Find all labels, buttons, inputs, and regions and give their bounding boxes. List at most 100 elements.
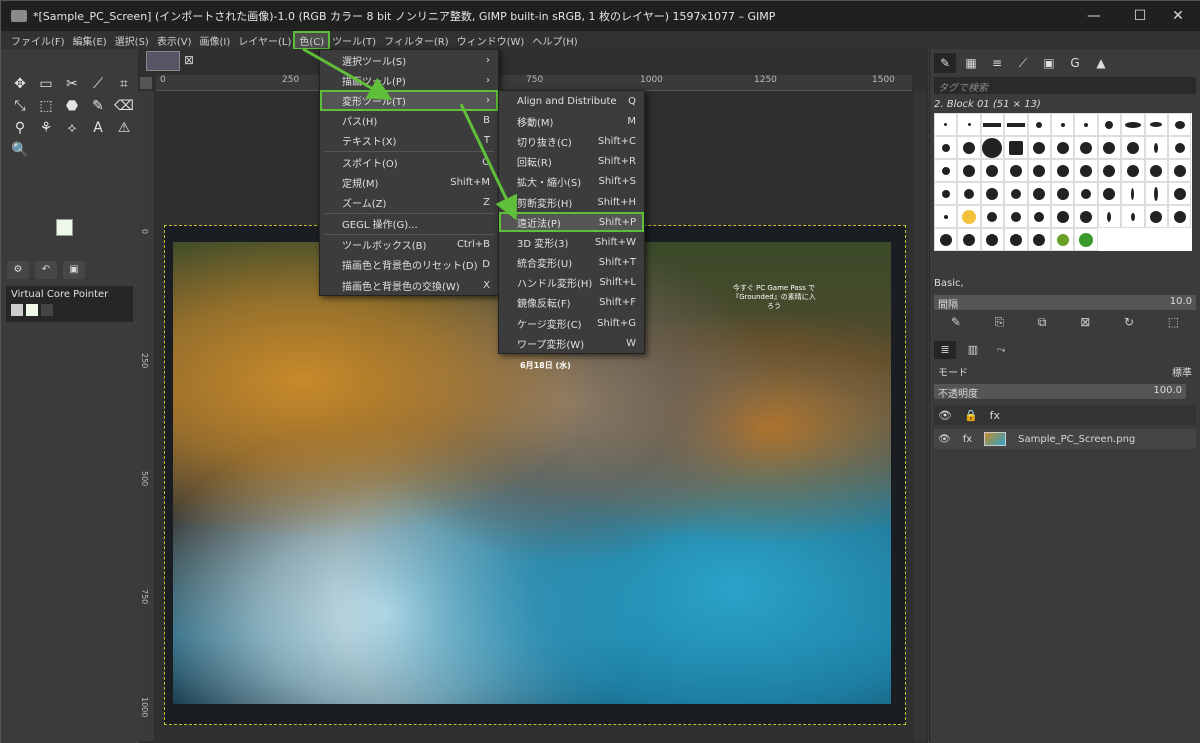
brush-cell[interactable] [980,205,1005,228]
brush-cell[interactable] [980,136,1005,159]
brush-cell[interactable] [957,182,981,205]
brush-cell[interactable] [1167,182,1192,205]
menu-item-flip[interactable]: 鏡像反転(F) Shift+F [499,293,644,313]
brush-cell[interactable] [1074,136,1098,159]
menu-item-unified-transform[interactable]: 統合変形(U) Shift+T [499,253,644,273]
brush-cell[interactable] [980,113,1005,136]
brush-cell[interactable] [1027,113,1051,136]
menu-select[interactable]: 選択(S) [111,33,153,48]
tag-search-input[interactable]: タグで検索 [934,77,1196,94]
brush-cell[interactable] [1074,205,1098,228]
refresh-brushes-icon[interactable]: ↻ [1124,315,1134,330]
menu-item-cage-transform[interactable]: ケージ変形(C) Shift+G [499,313,644,333]
scissors-tool-icon[interactable]: ✂ [59,73,85,95]
menu-item-3d-transform[interactable]: 3D 変形(3) Shift+W [499,232,644,252]
vertical-scrollbar[interactable] [914,91,926,741]
menu-item-selection-tools[interactable]: 選択ツール(S) › [320,50,498,70]
layer-name[interactable]: Sample_PC_Screen.png [1018,434,1135,445]
brush-cell[interactable] [980,159,1005,182]
open-brush-file-icon[interactable]: ⬚ [1168,315,1179,330]
brush-cell[interactable] [1167,113,1192,136]
unified-transform-tool-icon[interactable]: ⤡ [7,95,33,117]
brush-cell[interactable] [1097,159,1122,182]
menu-item-text[interactable]: テキスト(X) T [320,131,498,151]
menu-item-swap-colors[interactable]: 描画色と背景色の交換(W) X [320,275,498,295]
layers-tab-icon[interactable]: ≣ [934,341,956,359]
layer-visibility-eye-icon[interactable]: 👁 [938,434,951,445]
brush-cell[interactable] [1027,136,1051,159]
menu-item-shear[interactable]: 剪断変形(H) Shift+H [499,192,644,212]
tool-presets-tab-icon[interactable]: ⟋ [1012,53,1034,73]
menu-item-warp-transform[interactable]: ワープ変形(W) W [499,333,644,353]
menu-item-scale[interactable]: 拡大・縮小(S) Shift+S [499,172,644,192]
brush-cell[interactable] [1074,228,1098,251]
fuzzy-select-tool-icon[interactable]: ⟋ [85,73,111,95]
smudge-tool-icon[interactable]: ⚘ [33,117,59,139]
brush-cell[interactable] [1004,159,1028,182]
menu-item-paths[interactable]: パス(H) B [320,111,498,131]
move-tool-icon[interactable]: ✥ [7,73,33,95]
fonts-tab-icon[interactable]: ≡ [986,53,1008,73]
brush-cell[interactable] [1027,205,1051,228]
brush-cell[interactable] [957,228,981,251]
edit-brush-icon[interactable]: ✎ [951,315,961,330]
measure-tool-icon[interactable]: ⚠ [111,117,137,139]
brush-cell[interactable] [957,136,981,159]
brush-cell[interactable] [1004,205,1028,228]
close-button[interactable]: ✕ [1155,1,1200,31]
warp-tool-icon[interactable]: ⬚ [33,95,59,117]
brush-cell[interactable] [934,228,958,251]
brush-preset-selector[interactable]: Basic, [934,278,1196,292]
brush-cell[interactable] [1050,205,1075,228]
paths-tool-icon[interactable]: ⟡ [59,117,85,139]
menu-edit[interactable]: 編集(E) [69,33,111,48]
brush-cell[interactable] [1144,205,1168,228]
brush-cell[interactable] [934,113,958,136]
tool-options-tab-icon[interactable]: ⚙ [7,261,29,279]
brush-cell[interactable] [1144,182,1168,205]
menu-tools[interactable]: ツール(T) [328,33,380,48]
fx-icon[interactable]: fx [990,409,1000,422]
menu-item-color-picker[interactable]: スポイト(O) O [320,152,498,172]
images-tab-icon[interactable]: ▣ [63,261,85,279]
brush-cell[interactable] [1027,228,1051,251]
brush-cell[interactable] [1004,182,1028,205]
layer-row[interactable]: 👁 fx Sample_PC_Screen.png [934,429,1196,449]
brush-cell[interactable] [1004,113,1028,136]
layer-mode-row[interactable]: モード 標準 [934,364,1196,379]
zoom-tool-icon[interactable]: 🔍 [7,139,33,161]
minimize-button[interactable]: — [1071,1,1117,31]
menu-item-zoom[interactable]: ズーム(Z) Z [320,192,498,212]
paths-tab-icon[interactable]: ⤳ [990,341,1012,359]
menu-item-gegl-operation[interactable]: GEGL 操作(G)... [320,214,498,234]
brush-cell[interactable] [934,182,958,205]
brush-cell[interactable] [1144,113,1168,136]
duplicate-brush-icon[interactable]: ⧉ [1038,315,1047,330]
menu-colors[interactable]: 色(C) [293,30,331,50]
menu-item-align-distribute[interactable]: Align and Distribute Q [499,91,644,111]
brush-cell[interactable] [1121,136,1145,159]
brush-cell[interactable] [957,205,981,228]
brush-cell[interactable] [1144,159,1168,182]
brush-cell[interactable] [1027,159,1051,182]
brush-cell[interactable] [1004,136,1028,159]
layer-fx-icon[interactable]: fx [963,434,972,445]
brush-cell[interactable] [1050,113,1075,136]
brush-cell[interactable] [1050,136,1075,159]
lock-icon[interactable]: 🔒 [964,409,978,422]
brush-cell[interactable] [1050,182,1075,205]
image-tab-thumbnail[interactable] [146,51,180,71]
menu-item-crop[interactable]: 切り抜き(C) Shift+C [499,131,644,151]
brush-cell[interactable] [1027,182,1051,205]
menu-item-handle-transform[interactable]: ハンドル変形(H) Shift+L [499,273,644,293]
patterns-tab-icon[interactable]: ▦ [960,53,982,73]
image-tab-close-icon[interactable]: ⊠ [184,53,194,67]
text-tool-icon[interactable]: A [85,117,111,139]
mode-value[interactable]: 標準 [1172,364,1192,379]
menu-item-measure[interactable]: 定規(M) Shift+M [320,172,498,192]
brush-cell[interactable] [1121,182,1145,205]
brush-cell[interactable] [934,136,958,159]
brush-cell[interactable] [1050,228,1075,251]
menu-view[interactable]: 表示(V) [153,33,196,48]
brush-cell[interactable] [1167,136,1192,159]
